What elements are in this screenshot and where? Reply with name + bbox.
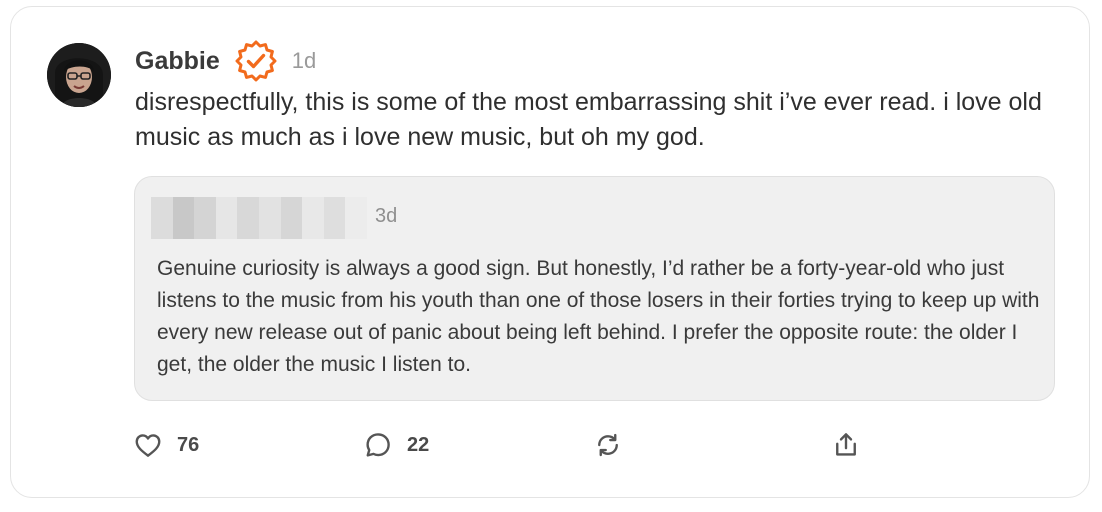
verified-badge-icon — [234, 39, 278, 83]
quoted-post[interactable]: 3d Genuine curiosity is always a good si… — [134, 176, 1055, 401]
like-count: 76 — [177, 433, 200, 456]
like-button[interactable]: 76 — [133, 425, 199, 465]
share-button[interactable] — [831, 425, 861, 465]
reply-button[interactable]: 22 — [363, 425, 429, 465]
post-timestamp[interactable]: 1d — [292, 48, 316, 74]
action-bar: 76 22 — [11, 425, 1089, 465]
share-icon — [831, 430, 861, 460]
heart-icon — [133, 430, 163, 460]
reply-count: 22 — [407, 433, 430, 456]
quoted-timestamp: 3d — [375, 205, 398, 227]
post-card[interactable]: Gabbie 1d disrespectfully, this is some … — [10, 6, 1090, 498]
avatar-image — [47, 43, 111, 107]
quoted-text: Genuine curiosity is always a good sign.… — [157, 257, 1040, 376]
post-text: disrespectfully, this is some of the mos… — [135, 88, 1042, 151]
repost-icon — [593, 430, 623, 460]
post-header: Gabbie 1d — [135, 40, 316, 82]
repost-button[interactable] — [593, 425, 623, 465]
quoted-author-redacted — [151, 197, 367, 239]
avatar[interactable] — [47, 43, 111, 107]
author-name[interactable]: Gabbie — [135, 47, 220, 76]
comment-bubble-icon — [363, 430, 393, 460]
